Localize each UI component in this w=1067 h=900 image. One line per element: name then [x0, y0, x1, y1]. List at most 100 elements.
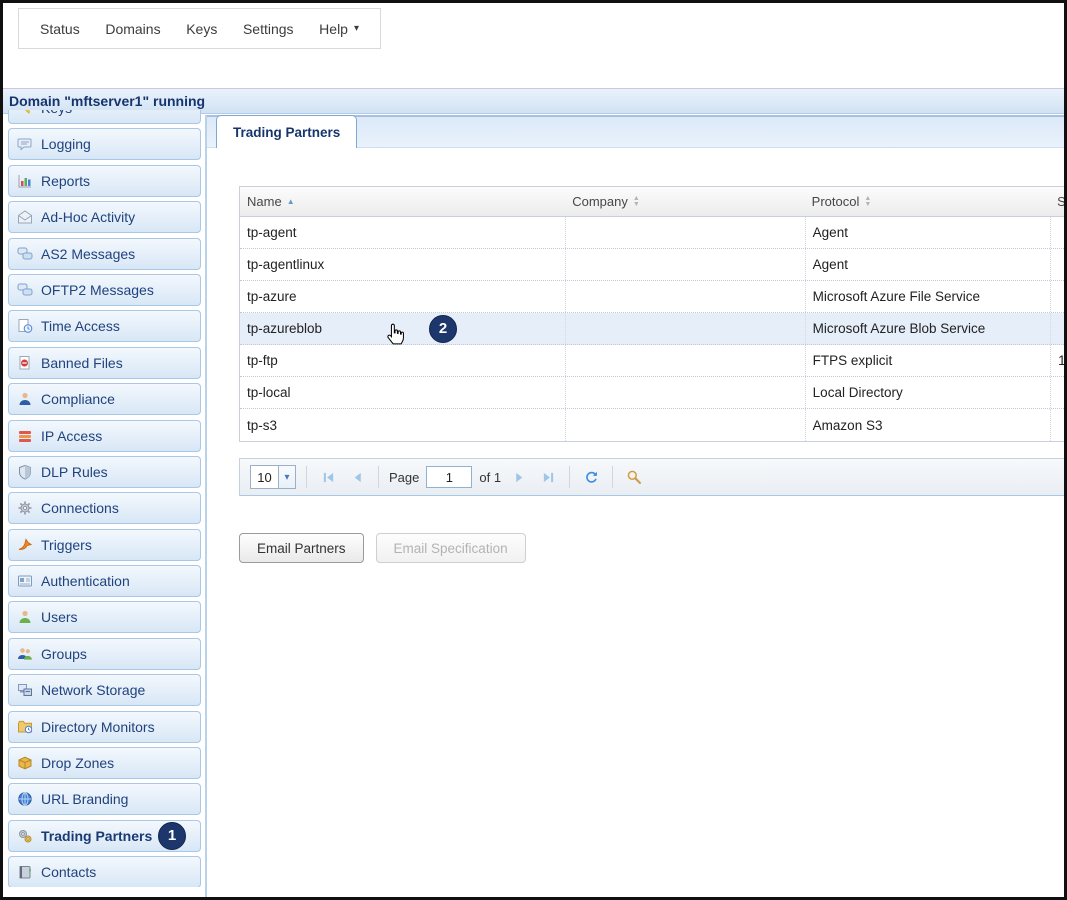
step-badge-2: 2 — [429, 315, 457, 343]
cell: tp-agentlinux — [240, 249, 565, 280]
sidebar-item-users[interactable]: Users — [8, 601, 201, 633]
sidebar-item-label: Time Access — [41, 318, 120, 334]
page-number-input[interactable] — [426, 466, 472, 488]
sidebar-item-dlp-rules[interactable]: DLP Rules — [8, 456, 201, 488]
cell — [1050, 313, 1064, 344]
sidebar-item-label: Network Storage — [41, 682, 145, 698]
sidebar-item-reports[interactable]: Reports — [8, 165, 201, 197]
menu-item-settings[interactable]: Settings — [243, 21, 294, 37]
sidebar-item-drop-zones[interactable]: Drop Zones — [8, 747, 201, 779]
sidebar-item-url-branding[interactable]: URL Branding — [8, 783, 201, 815]
cell: 17 — [1050, 345, 1064, 376]
column-header-company[interactable]: Company▲▼ — [565, 187, 804, 216]
sidebar-item-oftp2-messages[interactable]: OFTP2 Messages — [8, 274, 201, 306]
dlp-rules-icon — [17, 464, 33, 480]
table-row-tp-s3[interactable]: tp-s3Amazon S3 — [240, 409, 1064, 441]
sidebar-item-as2-messages[interactable]: AS2 Messages — [8, 238, 201, 270]
sidebar-item-groups[interactable]: Groups — [8, 638, 201, 670]
page-size-select[interactable]: 10 ▾ — [250, 465, 296, 489]
menu-item-domains[interactable]: Domains — [105, 21, 160, 37]
page-count-label: of 1 — [479, 470, 501, 485]
ip-access-icon — [17, 428, 33, 444]
next-page-button[interactable] — [508, 466, 530, 488]
compliance-icon — [17, 391, 33, 407]
contacts-icon — [17, 864, 33, 880]
tab-trading-partners[interactable]: Trading Partners — [216, 115, 357, 148]
sidebar-item-ip-access[interactable]: IP Access — [8, 420, 201, 452]
refresh-button[interactable] — [580, 466, 602, 488]
sidebar-item-label: Triggers — [41, 537, 92, 553]
table-row-tp-azureblob[interactable]: tp-azureblobMicrosoft Azure Blob Service… — [240, 313, 1064, 345]
divider — [612, 466, 613, 488]
menu-item-label: Domains — [105, 21, 160, 37]
last-page-button[interactable] — [537, 466, 559, 488]
sidebar-item-label: Keys — [41, 110, 72, 116]
cell: Agent — [805, 249, 1050, 280]
cell — [565, 217, 804, 248]
cell: Local Directory — [805, 377, 1050, 408]
sidebar-item-label: Users — [41, 609, 78, 625]
sidebar-item-label: Banned Files — [41, 355, 123, 371]
sort-both-icon: ▲▼ — [633, 196, 640, 208]
column-header-se[interactable]: Se — [1050, 187, 1064, 216]
table-row-tp-local[interactable]: tp-localLocal Directory — [240, 377, 1064, 409]
drop-zones-icon — [17, 755, 33, 771]
sidebar-item-connections[interactable]: Connections — [8, 492, 201, 524]
table-header-row: Name▲Company▲▼Protocol▲▼ Se — [240, 187, 1064, 217]
sidebar-item-triggers[interactable]: Triggers — [8, 529, 201, 561]
sidebar-item-compliance[interactable]: Compliance — [8, 383, 201, 415]
menu-item-status[interactable]: Status — [40, 21, 80, 37]
sidebar-item-label: AS2 Messages — [41, 246, 135, 262]
search-button[interactable] — [623, 466, 645, 488]
domain-status-text: Domain "mftserver1" running — [9, 93, 205, 109]
as2-messages-icon — [17, 246, 33, 262]
pagination-toolbar: 10 ▾ Page of 1 — [239, 458, 1064, 496]
directory-monitors-icon — [17, 719, 33, 735]
sidebar-item-authentication[interactable]: Authentication — [8, 565, 201, 597]
tab-label: Trading Partners — [233, 125, 340, 140]
sidebar-item-time-access[interactable]: Time Access — [8, 310, 201, 342]
prev-page-button[interactable] — [346, 466, 368, 488]
menu-item-help[interactable]: Help▾ — [319, 21, 359, 37]
table-row-tp-agent[interactable]: tp-agentAgent — [240, 217, 1064, 249]
cell — [565, 249, 804, 280]
cell — [1050, 377, 1064, 408]
column-header-name[interactable]: Name▲ — [240, 187, 565, 216]
cell — [1050, 281, 1064, 312]
divider — [306, 466, 307, 488]
sidebar-item-label: IP Access — [41, 428, 102, 444]
cell — [565, 409, 804, 441]
table-row-tp-ftp[interactable]: tp-ftpFTPS explicit17 — [240, 345, 1064, 377]
sidebar-item-logging[interactable]: Logging — [8, 128, 201, 160]
sidebar-item-network-storage[interactable]: Network Storage — [8, 674, 201, 706]
cell: tp-s3 — [240, 409, 565, 441]
table-row-tp-azure[interactable]: tp-azureMicrosoft Azure File Service — [240, 281, 1064, 313]
url-branding-icon — [17, 791, 33, 807]
sidebar-item-ad-hoc-activity[interactable]: Ad-Hoc Activity — [8, 201, 201, 233]
sidebar-item-directory-monitors[interactable]: Directory Monitors — [8, 711, 201, 743]
sidebar-item-label: Groups — [41, 646, 87, 662]
sidebar: Keys Logging Reports Ad-Hoc Activity AS2 Mes… — [8, 110, 201, 887]
column-header-protocol[interactable]: Protocol▲▼ — [805, 187, 1050, 216]
menu-item-label: Keys — [186, 21, 217, 37]
sidebar-item-keys[interactable]: Keys — [8, 110, 201, 124]
column-header-label: Se — [1057, 194, 1064, 209]
first-page-button[interactable] — [317, 466, 339, 488]
sidebar-item-label: Connections — [41, 500, 119, 516]
refresh-icon — [584, 470, 599, 485]
table-row-tp-agentlinux[interactable]: tp-agentlinux Agent — [240, 249, 1064, 281]
key-icon — [17, 110, 33, 116]
last-page-icon — [542, 471, 555, 484]
sidebar-item-contacts[interactable]: Contacts — [8, 856, 201, 887]
sidebar-item-trading-partners[interactable]: Trading Partners1 — [8, 820, 201, 852]
sidebar-item-banned-files[interactable]: Banned Files — [8, 347, 201, 379]
email-partners-button[interactable]: Email Partners — [239, 533, 364, 563]
table-body: tp-agentAgenttp-agentlinux Agenttp-azureM… — [240, 217, 1064, 441]
menu-item-keys[interactable]: Keys — [186, 21, 217, 37]
prev-page-icon — [351, 471, 364, 484]
adhoc-activity-icon — [17, 209, 33, 225]
cell: tp-agent — [240, 217, 565, 248]
cell — [1050, 409, 1064, 441]
column-header-label: Name — [247, 194, 282, 209]
email-specification-button[interactable]: Email Specification — [376, 533, 526, 563]
